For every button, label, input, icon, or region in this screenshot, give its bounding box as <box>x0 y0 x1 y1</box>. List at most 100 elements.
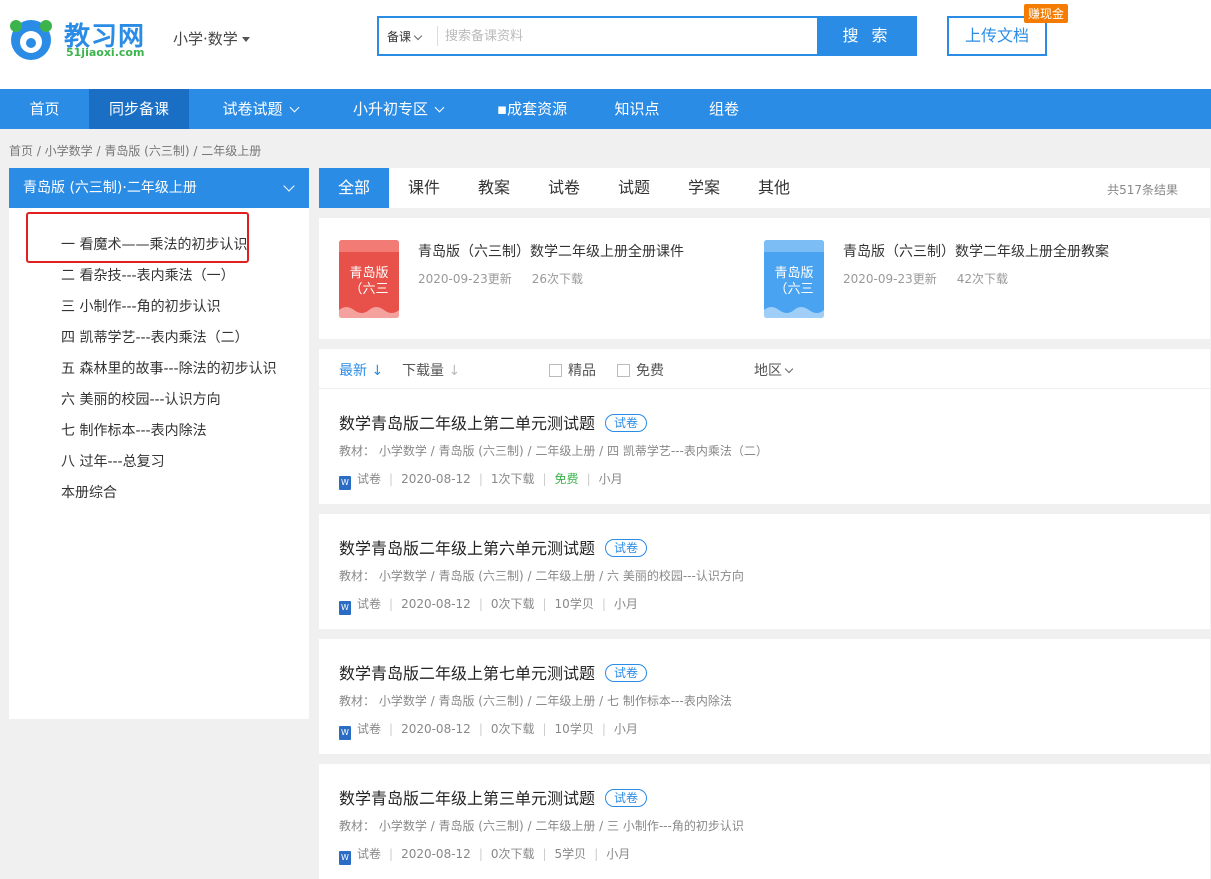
result-author[interactable]: 小月 <box>614 722 638 736</box>
chapter-item[interactable]: 本册综合 <box>9 478 309 509</box>
nav-compose-paper[interactable]: 组卷 <box>694 89 754 129</box>
result-card[interactable]: 数学青岛版二年级上第二单元测试题 试卷 教材： 小学数学 / 青岛版 (六三制) … <box>319 389 1210 504</box>
result-count: 共517条结果 <box>1107 183 1178 197</box>
result-type: 试卷 <box>357 597 382 611</box>
tab-lesson-plan[interactable]: 教案 <box>459 168 529 208</box>
book-cover-text: 青岛版 （六三 <box>774 266 814 297</box>
featured-title[interactable]: 青岛版（六三制）数学二年级上册全册课件 <box>418 241 684 261</box>
chapter-item[interactable]: 四 凯蒂学艺---表内乘法（二） <box>9 323 309 354</box>
nav-exams[interactable]: 试卷试题 <box>205 89 315 129</box>
chapter-item[interactable]: 五 森林里的故事---除法的初步认识 <box>9 354 309 385</box>
textbook-selector[interactable]: 青岛版 (六三制)·二年级上册 <box>9 168 309 208</box>
arrow-down-icon: ↓ <box>371 363 384 379</box>
type-badge: 试卷 <box>605 414 648 432</box>
result-date: 2020-08-12 <box>401 472 471 486</box>
result-meta: W 试卷 | 2020-08-12 | 0次下载 | 10学贝 | 小月 <box>339 720 638 740</box>
nav-home[interactable]: 首页 <box>0 89 89 129</box>
result-author[interactable]: 小月 <box>606 847 630 861</box>
result-downloads: 0次下载 <box>490 722 535 736</box>
arrow-down-icon: ↓ <box>448 363 461 379</box>
nav-bundles[interactable]: ▪成套资源 <box>484 89 580 129</box>
type-badge: 试卷 <box>605 789 648 807</box>
logo-domain: 51jiaoxi.com <box>66 46 145 59</box>
region-dropdown[interactable]: 地区 <box>754 360 794 380</box>
result-title[interactable]: 数学青岛版二年级上第三单元测试题 <box>339 789 595 808</box>
result-date: 2020-08-12 <box>401 597 471 611</box>
region-label: 地区 <box>754 363 782 379</box>
chapter-item[interactable]: 八 过年---总复习 <box>9 447 309 478</box>
chapter-item[interactable]: 三 小制作---角的初步认识 <box>9 292 309 323</box>
chapter-item[interactable]: 七 制作标本---表内除法 <box>9 416 309 447</box>
result-path: 教材： 小学数学 / 青岛版 (六三制) / 二年级上册 / 四 凯蒂学艺---… <box>339 444 768 458</box>
book-cover: 青岛版 （六三 <box>764 240 824 318</box>
featured-downloads: 42次下载 <box>956 272 1009 286</box>
breadcrumb[interactable]: 首页 / 小学数学 / 青岛版 (六三制) / 二年级上册 <box>9 142 261 159</box>
quality-checkbox[interactable]: 精品 <box>549 360 596 380</box>
result-price: 免费 <box>554 472 579 486</box>
subject-selector[interactable]: 小学·数学 <box>173 28 250 49</box>
checkbox-icon <box>617 364 630 377</box>
chapter-item[interactable]: 二 看杂技---表内乘法（一） <box>9 261 309 292</box>
featured-title[interactable]: 青岛版（六三制）数学二年级上册全册教案 <box>843 241 1109 261</box>
featured-downloads: 26次下载 <box>531 272 584 286</box>
book-cover-text: 青岛版 （六三 <box>349 266 389 297</box>
search-bar: 备课 搜 索 <box>377 16 917 56</box>
featured-bundles: 青岛版 （六三 青岛版（六三制）数学二年级上册全册课件 2020-09-23更新… <box>319 218 1210 339</box>
search-button[interactable]: 搜 索 <box>817 16 917 56</box>
book-cover: 青岛版 （六三 <box>339 240 399 318</box>
search-input[interactable] <box>445 24 815 48</box>
result-meta: W 试卷 | 2020-08-12 | 0次下载 | 10学贝 | 小月 <box>339 595 638 615</box>
result-downloads: 0次下载 <box>490 597 535 611</box>
tab-courseware[interactable]: 课件 <box>389 168 459 208</box>
result-type: 试卷 <box>357 847 382 861</box>
tab-other[interactable]: 其他 <box>739 168 809 208</box>
chapter-item[interactable]: 一 看魔术——乘法的初步认识 <box>9 230 309 261</box>
word-doc-icon: W <box>339 726 351 740</box>
result-path: 教材： 小学数学 / 青岛版 (六三制) / 二年级上册 / 三 小制作---角… <box>339 819 744 833</box>
free-checkbox[interactable]: 免费 <box>617 360 664 380</box>
nav-label: 同步备课 <box>108 100 169 118</box>
tab-questions[interactable]: 试题 <box>599 168 669 208</box>
word-doc-icon: W <box>339 851 351 865</box>
type-tabs: 全部 课件 教案 试卷 试题 学案 其他 共517条结果 <box>319 168 1210 208</box>
result-title[interactable]: 数学青岛版二年级上第六单元测试题 <box>339 539 595 558</box>
chevron-down-icon <box>283 180 295 192</box>
earn-cash-badge[interactable]: 赚现金 <box>1024 4 1069 23</box>
sort-newest[interactable]: 最新 ↓ <box>339 360 383 380</box>
sort-downloads-label: 下载量 <box>402 363 444 379</box>
result-type: 试卷 <box>357 472 382 486</box>
logo-icon <box>10 20 52 60</box>
quality-label: 精品 <box>568 363 596 379</box>
result-path: 教材： 小学数学 / 青岛版 (六三制) / 二年级上册 / 六 美丽的校园--… <box>339 569 744 583</box>
result-price: 10学贝 <box>554 597 594 611</box>
result-author[interactable]: 小月 <box>614 597 638 611</box>
result-card[interactable]: 数学青岛版二年级上第六单元测试题试卷 教材： 小学数学 / 青岛版 (六三制) … <box>319 514 1210 629</box>
nav-knowledge-points[interactable]: 知识点 <box>600 89 674 129</box>
result-title[interactable]: 数学青岛版二年级上第二单元测试题 <box>339 414 595 433</box>
result-author[interactable]: 小月 <box>599 472 623 486</box>
result-card[interactable]: 数学青岛版二年级上第三单元测试题 试卷 教材： 小学数学 / 青岛版 (六三制) … <box>319 764 1210 879</box>
nav-sync-prep[interactable]: 同步备课 <box>89 89 189 129</box>
result-title[interactable]: 数学青岛版二年级上第七单元测试题 <box>339 664 595 683</box>
result-meta: W 试卷 | 2020-08-12 | 1次下载 | 免费 | 小月 <box>339 470 623 490</box>
tab-exam[interactable]: 试卷 <box>529 168 599 208</box>
result-card[interactable]: 数学青岛版二年级上第七单元测试题 试卷 教材： 小学数学 / 青岛版 (六三制) … <box>319 639 1210 754</box>
chapter-list: 一 看魔术——乘法的初步认识 二 看杂技---表内乘法（一） 三 小制作---角… <box>9 208 309 509</box>
featured-date: 2020-09-23更新 <box>843 272 937 286</box>
nav-label: 首页 <box>29 100 60 118</box>
search-type-select[interactable]: 备课 <box>387 28 423 45</box>
tab-all[interactable]: 全部 <box>319 168 389 208</box>
nav-primary-to-middle[interactable]: 小升初专区 <box>336 89 460 129</box>
sort-downloads[interactable]: 下载量 ↓ <box>402 360 460 380</box>
result-path: 教材： 小学数学 / 青岛版 (六三制) / 二年级上册 / 七 制作标本---… <box>339 694 732 708</box>
tab-study-plan[interactable]: 学案 <box>669 168 739 208</box>
site-logo[interactable]: 教习网 51jiaoxi.com <box>8 14 158 66</box>
header: 教习网 51jiaoxi.com 小学·数学 备课 搜 索 上传文档 赚现金 <box>0 0 1211 89</box>
sidebar: 青岛版 (六三制)·二年级上册 一 看魔术——乘法的初步认识 二 看杂技---表… <box>9 168 309 719</box>
nav-label: 小升初专区 <box>352 100 428 118</box>
chapter-item[interactable]: 六 美丽的校园---认识方向 <box>9 385 309 416</box>
chevron-down-icon <box>784 364 794 374</box>
result-date: 2020-08-12 <box>401 847 471 861</box>
result-price: 5学贝 <box>554 847 587 861</box>
nav-label: 试卷试题 <box>222 100 283 118</box>
